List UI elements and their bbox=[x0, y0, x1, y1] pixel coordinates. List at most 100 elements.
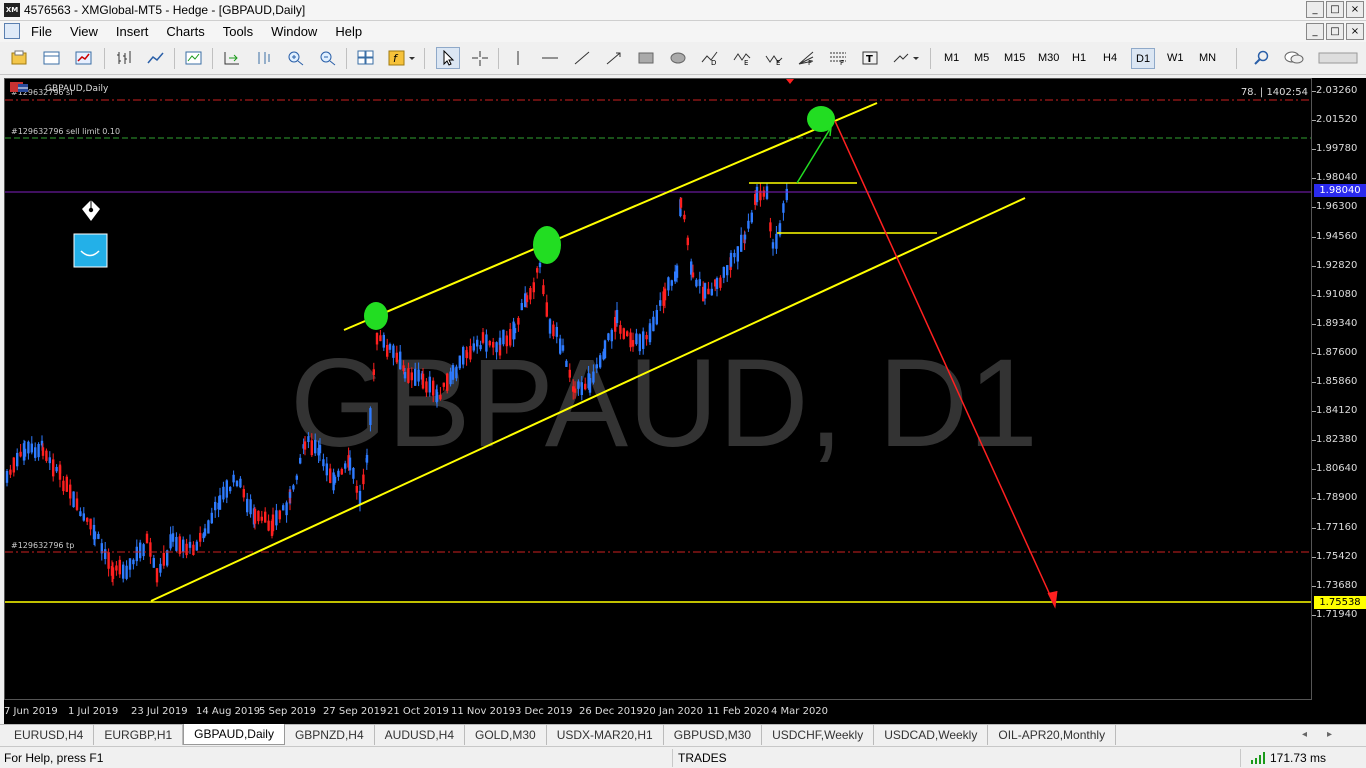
timeframe-m1[interactable]: M1 bbox=[940, 48, 963, 69]
arrow-line-icon[interactable] bbox=[602, 47, 626, 69]
tab-usdx-mar20-h1[interactable]: USDX-MAR20,H1 bbox=[547, 725, 664, 745]
timeframe-h1[interactable]: H1 bbox=[1068, 48, 1090, 69]
tab-eurgbp-h1[interactable]: EURGBP,H1 bbox=[94, 725, 184, 745]
timeframe-m15[interactable]: M15 bbox=[1000, 48, 1029, 69]
candle-body bbox=[686, 237, 689, 246]
candle-body bbox=[449, 371, 452, 385]
candle-body bbox=[525, 295, 529, 303]
bar-chart-icon[interactable] bbox=[112, 47, 136, 69]
timeframe-m5[interactable]: M5 bbox=[970, 48, 993, 69]
candle-body bbox=[652, 316, 655, 332]
candle-body bbox=[407, 368, 410, 383]
zoom-out-icon[interactable] bbox=[316, 47, 340, 69]
autoscroll-icon[interactable] bbox=[220, 47, 244, 69]
timeframe-w1[interactable]: W1 bbox=[1163, 48, 1188, 69]
ellipse-icon[interactable] bbox=[666, 47, 690, 69]
menu-file[interactable]: File bbox=[22, 24, 61, 39]
status-trades[interactable]: TRADES bbox=[678, 751, 727, 765]
menu-help[interactable]: Help bbox=[326, 24, 371, 39]
timeframe-m30[interactable]: M30 bbox=[1034, 48, 1063, 69]
zoom-in-icon[interactable] bbox=[284, 47, 308, 69]
candle-body bbox=[532, 282, 535, 293]
tab-audusd-h4[interactable]: AUDUSD,H4 bbox=[375, 725, 466, 745]
candle-body bbox=[149, 542, 152, 557]
profiles-icon[interactable] bbox=[40, 47, 64, 69]
price-axis[interactable]: 2.03260 2.01520 1.99780 1.98040 1.96300 1.945… bbox=[1312, 78, 1366, 700]
search-icon[interactable] bbox=[1250, 47, 1274, 69]
tab-usdcad-weekly[interactable]: USDCAD,Weekly bbox=[874, 725, 989, 745]
timeframe-mn[interactable]: MN bbox=[1195, 48, 1220, 69]
menu-insert[interactable]: Insert bbox=[107, 24, 158, 39]
candle-body bbox=[568, 369, 571, 378]
elliott-correction-icon[interactable]: E bbox=[762, 47, 786, 69]
candle-body bbox=[667, 277, 670, 291]
close-button[interactable]: × bbox=[1346, 1, 1364, 18]
chart-canvas[interactable]: GBPAUD, D1 #129632796 sl #129632796 sell… bbox=[4, 78, 1312, 700]
channel-upper-line[interactable] bbox=[343, 102, 878, 331]
candle-body bbox=[588, 377, 592, 393]
tab-gbpaud-daily[interactable]: GBPAUD,Daily bbox=[183, 724, 285, 745]
function-icon[interactable]: f bbox=[386, 47, 418, 69]
new-chart-icon[interactable] bbox=[8, 47, 32, 69]
tab-gold-m30[interactable]: GOLD,M30 bbox=[465, 725, 547, 745]
child-close-button[interactable]: × bbox=[1346, 23, 1364, 40]
menu-window[interactable]: Window bbox=[262, 24, 326, 39]
timeframe-d1[interactable]: D1 bbox=[1131, 48, 1156, 69]
time-label: 21 Oct 2019 bbox=[387, 706, 449, 717]
touch-marker-2[interactable] bbox=[533, 226, 561, 264]
fibo-fan-icon[interactable]: F bbox=[794, 47, 818, 69]
crosshair-icon[interactable] bbox=[468, 47, 492, 69]
menu-view[interactable]: View bbox=[61, 24, 107, 39]
candle-body bbox=[638, 334, 641, 352]
tab-usdchf-weekly[interactable]: USDCHF,Weekly bbox=[762, 725, 875, 745]
cursor-icon[interactable] bbox=[436, 47, 460, 69]
candle-body bbox=[455, 366, 458, 379]
horizontal-line-icon[interactable] bbox=[538, 47, 562, 69]
projection-arrow-up[interactable] bbox=[796, 128, 831, 184]
shapes-dropdown-icon[interactable] bbox=[890, 47, 922, 69]
elliott-impulse-icon[interactable]: E bbox=[730, 47, 754, 69]
candle-body bbox=[635, 333, 638, 345]
time-label: 14 Aug 2019 bbox=[196, 706, 261, 717]
tab-gbpnzd-h4[interactable]: GBPNZD,H4 bbox=[285, 725, 375, 745]
fibonacci-icon[interactable]: D bbox=[698, 47, 722, 69]
tile-windows-icon[interactable] bbox=[354, 47, 378, 69]
child-minimize-button[interactable]: _ bbox=[1306, 23, 1324, 40]
candle-body bbox=[755, 186, 759, 203]
tab-eurusd-h4[interactable]: EURUSD,H4 bbox=[4, 725, 95, 745]
rectangle-icon[interactable] bbox=[634, 47, 658, 69]
candle-body bbox=[542, 285, 545, 295]
trendline-icon[interactable] bbox=[570, 47, 594, 69]
child-restore-button[interactable]: □ bbox=[1326, 23, 1344, 40]
tab-oil-apr20-monthly[interactable]: OIL-APR20,Monthly bbox=[988, 725, 1117, 745]
candle-body bbox=[195, 541, 198, 551]
price-chart[interactable]: GBPAUD, D1 #129632796 sl #129632796 sell… bbox=[5, 79, 1312, 700]
line-chart-icon[interactable] bbox=[144, 47, 168, 69]
vertical-line-icon[interactable] bbox=[506, 47, 530, 69]
maximize-button[interactable]: □ bbox=[1326, 1, 1344, 18]
candle-body bbox=[222, 486, 225, 500]
pen-icon[interactable] bbox=[82, 200, 100, 221]
fibo-retracement-icon[interactable]: F bbox=[826, 47, 850, 69]
chart-window-icon[interactable] bbox=[4, 23, 20, 39]
menu-charts[interactable]: Charts bbox=[157, 24, 213, 39]
tab-scroll-arrows[interactable]: ◂▸ bbox=[1302, 729, 1352, 740]
chart-info-right: 78. | 1402:54 bbox=[1241, 87, 1308, 98]
candle-body bbox=[403, 372, 407, 379]
tab-gbpusd-m30[interactable]: GBPUSD,M30 bbox=[664, 725, 763, 745]
chart-shift-icon[interactable] bbox=[252, 47, 276, 69]
timeframe-h4[interactable]: H4 bbox=[1099, 48, 1121, 69]
time-axis[interactable]: 7 Jun 2019 1 Jul 2019 23 Jul 2019 14 Aug 20… bbox=[4, 700, 1366, 724]
touch-marker-1[interactable] bbox=[364, 302, 388, 330]
candle-body bbox=[446, 373, 449, 391]
indicators-icon[interactable] bbox=[182, 47, 206, 69]
minimize-button[interactable]: _ bbox=[1306, 1, 1324, 18]
smiley-icon[interactable] bbox=[73, 233, 108, 268]
chat-icon[interactable] bbox=[1282, 47, 1306, 69]
candle-body bbox=[710, 288, 713, 296]
market-watch-icon[interactable] bbox=[72, 47, 96, 69]
candle-body bbox=[645, 335, 648, 340]
text-tool-icon[interactable]: T bbox=[858, 47, 882, 69]
connection-bars-icon bbox=[1251, 752, 1265, 764]
menu-tools[interactable]: Tools bbox=[214, 24, 262, 39]
